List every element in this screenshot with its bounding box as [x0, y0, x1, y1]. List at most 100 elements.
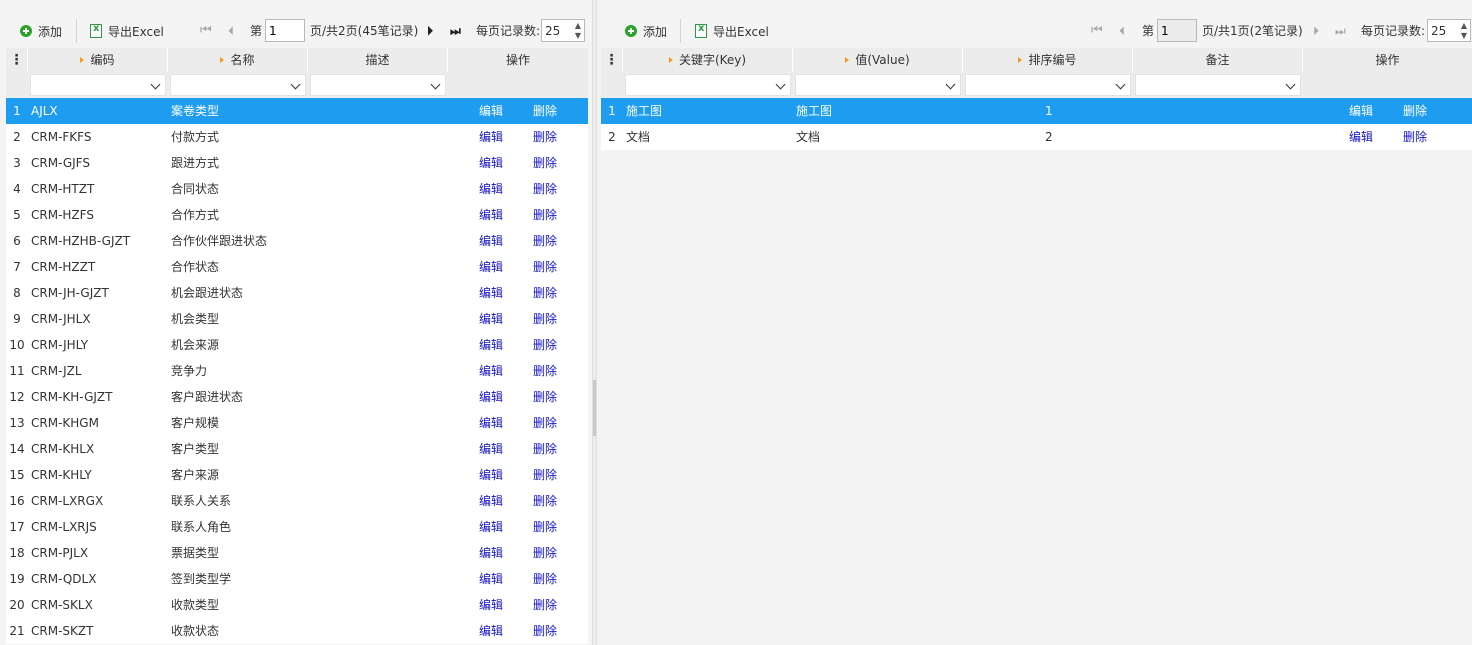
- delete-link[interactable]: 删除: [533, 332, 557, 358]
- splitter-grip[interactable]: [593, 380, 596, 436]
- edit-link[interactable]: 编辑: [479, 176, 503, 202]
- delete-link[interactable]: 删除: [533, 150, 557, 176]
- delete-link[interactable]: 删除: [533, 540, 557, 566]
- column-header-description[interactable]: 描述: [308, 48, 448, 72]
- delete-link[interactable]: 删除: [533, 618, 557, 644]
- next-page-icon[interactable]: ⏵: [427, 24, 433, 38]
- table-row[interactable]: 15 CRM-KHLY 客户来源 编辑 删除: [6, 462, 588, 488]
- table-row[interactable]: 14 CRM-KHLX 客户类型 编辑 删除: [6, 436, 588, 462]
- delete-link[interactable]: 删除: [533, 462, 557, 488]
- table-row-selected[interactable]: 1 施工图 施工图 1 编辑 删除: [601, 98, 1472, 124]
- right-page-input[interactable]: [1157, 19, 1197, 42]
- column-header-remark[interactable]: 备注: [1133, 48, 1303, 72]
- table-row[interactable]: 13 CRM-KHGM 客户规模 编辑 删除: [6, 410, 588, 436]
- edit-link[interactable]: 编辑: [479, 566, 503, 592]
- edit-link[interactable]: 编辑: [479, 124, 503, 150]
- edit-link[interactable]: 编辑: [479, 254, 503, 280]
- table-row[interactable]: 2 CRM-FKFS 付款方式 编辑 删除: [6, 124, 588, 150]
- right-add-button[interactable]: 添加: [625, 15, 667, 47]
- delete-link[interactable]: 删除: [1403, 124, 1427, 150]
- delete-link[interactable]: 删除: [533, 566, 557, 592]
- table-row[interactable]: 8 CRM-JH-GJZT 机会跟进状态 编辑 删除: [6, 280, 588, 306]
- table-row[interactable]: 11 CRM-JZL 竞争力 编辑 删除: [6, 358, 588, 384]
- table-row-selected[interactable]: 1 AJLX 案卷类型 编辑 删除: [6, 98, 588, 124]
- filter-name-dropdown[interactable]: [170, 74, 306, 96]
- chevron-up-icon[interactable]: ▲: [1460, 21, 1468, 30]
- filter-remark-dropdown[interactable]: [1135, 74, 1301, 96]
- edit-link[interactable]: 编辑: [479, 618, 503, 644]
- table-row[interactable]: 4 CRM-HTZT 合同状态 编辑 删除: [6, 176, 588, 202]
- delete-link[interactable]: 删除: [533, 592, 557, 618]
- column-header-key[interactable]: 关键字(Key): [623, 48, 793, 72]
- table-row[interactable]: 21 CRM-SKZT 收款状态 编辑 删除: [6, 618, 588, 644]
- table-row[interactable]: 20 CRM-SKLX 收款类型 编辑 删除: [6, 592, 588, 618]
- left-per-page-stepper[interactable]: 25 ▲ ▼: [541, 19, 585, 42]
- edit-link[interactable]: 编辑: [479, 540, 503, 566]
- edit-link[interactable]: 编辑: [479, 98, 503, 124]
- column-menu-icon[interactable]: ⋮: [601, 48, 623, 72]
- column-header-name[interactable]: 名称: [168, 48, 308, 72]
- filter-value-dropdown[interactable]: [795, 74, 961, 96]
- edit-link[interactable]: 编辑: [479, 280, 503, 306]
- edit-link[interactable]: 编辑: [1349, 98, 1373, 124]
- edit-link[interactable]: 编辑: [479, 306, 503, 332]
- edit-link[interactable]: 编辑: [479, 462, 503, 488]
- prev-page-icon[interactable]: ⏴: [1119, 24, 1125, 38]
- delete-link[interactable]: 删除: [533, 306, 557, 332]
- left-page-input[interactable]: [265, 19, 305, 42]
- table-row[interactable]: 9 CRM-JHLX 机会类型 编辑 删除: [6, 306, 588, 332]
- first-page-icon[interactable]: ⏮: [200, 24, 212, 38]
- right-export-button[interactable]: 导出Excel: [695, 15, 769, 47]
- edit-link[interactable]: 编辑: [479, 202, 503, 228]
- edit-link[interactable]: 编辑: [479, 410, 503, 436]
- delete-link[interactable]: 删除: [533, 358, 557, 384]
- chevron-down-icon[interactable]: ▼: [574, 31, 582, 40]
- delete-link[interactable]: 删除: [533, 176, 557, 202]
- filter-description-dropdown[interactable]: [310, 74, 446, 96]
- filter-code-dropdown[interactable]: [30, 74, 166, 96]
- table-row[interactable]: 3 CRM-GJFS 跟进方式 编辑 删除: [6, 150, 588, 176]
- edit-link[interactable]: 编辑: [479, 228, 503, 254]
- delete-link[interactable]: 删除: [533, 254, 557, 280]
- edit-link[interactable]: 编辑: [479, 436, 503, 462]
- left-add-button[interactable]: 添加: [20, 15, 62, 47]
- column-header-order[interactable]: 排序编号: [963, 48, 1133, 72]
- next-page-icon[interactable]: ⏵: [1313, 24, 1319, 38]
- table-row[interactable]: 7 CRM-HZZT 合作状态 编辑 删除: [6, 254, 588, 280]
- edit-link[interactable]: 编辑: [479, 488, 503, 514]
- edit-link[interactable]: 编辑: [1349, 124, 1373, 150]
- edit-link[interactable]: 编辑: [479, 592, 503, 618]
- edit-link[interactable]: 编辑: [479, 150, 503, 176]
- delete-link[interactable]: 删除: [533, 488, 557, 514]
- table-row[interactable]: 16 CRM-LXRGX 联系人关系 编辑 删除: [6, 488, 588, 514]
- edit-link[interactable]: 编辑: [479, 384, 503, 410]
- delete-link[interactable]: 删除: [533, 410, 557, 436]
- column-menu-icon[interactable]: ⋮: [6, 48, 28, 72]
- right-per-page-stepper[interactable]: 25 ▲ ▼: [1427, 19, 1471, 42]
- delete-link[interactable]: 删除: [533, 514, 557, 540]
- table-row[interactable]: 2 文档 文档 2 编辑 删除: [601, 124, 1472, 150]
- table-row[interactable]: 6 CRM-HZHB-GJZT 合作伙伴跟进状态 编辑 删除: [6, 228, 588, 254]
- delete-link[interactable]: 删除: [533, 436, 557, 462]
- table-row[interactable]: 18 CRM-PJLX 票据类型 编辑 删除: [6, 540, 588, 566]
- filter-order-dropdown[interactable]: [965, 74, 1131, 96]
- first-page-icon[interactable]: ⏮: [1091, 24, 1103, 38]
- table-row[interactable]: 5 CRM-HZFS 合作方式 编辑 删除: [6, 202, 588, 228]
- table-row[interactable]: 17 CRM-LXRJS 联系人角色 编辑 删除: [6, 514, 588, 540]
- chevron-up-icon[interactable]: ▲: [574, 21, 582, 30]
- edit-link[interactable]: 编辑: [479, 332, 503, 358]
- delete-link[interactable]: 删除: [533, 202, 557, 228]
- prev-page-icon[interactable]: ⏴: [228, 24, 234, 38]
- edit-link[interactable]: 编辑: [479, 514, 503, 540]
- last-page-icon[interactable]: ⏭: [450, 24, 461, 38]
- edit-link[interactable]: 编辑: [479, 358, 503, 384]
- last-page-icon[interactable]: ⏭: [1335, 24, 1346, 38]
- chevron-down-icon[interactable]: ▼: [1460, 31, 1468, 40]
- column-header-code[interactable]: 编码: [28, 48, 168, 72]
- delete-link[interactable]: 删除: [1403, 98, 1427, 124]
- delete-link[interactable]: 删除: [533, 228, 557, 254]
- delete-link[interactable]: 删除: [533, 280, 557, 306]
- table-row[interactable]: 19 CRM-QDLX 签到类型学 编辑 删除: [6, 566, 588, 592]
- column-header-value[interactable]: 值(Value): [793, 48, 963, 72]
- delete-link[interactable]: 删除: [533, 98, 557, 124]
